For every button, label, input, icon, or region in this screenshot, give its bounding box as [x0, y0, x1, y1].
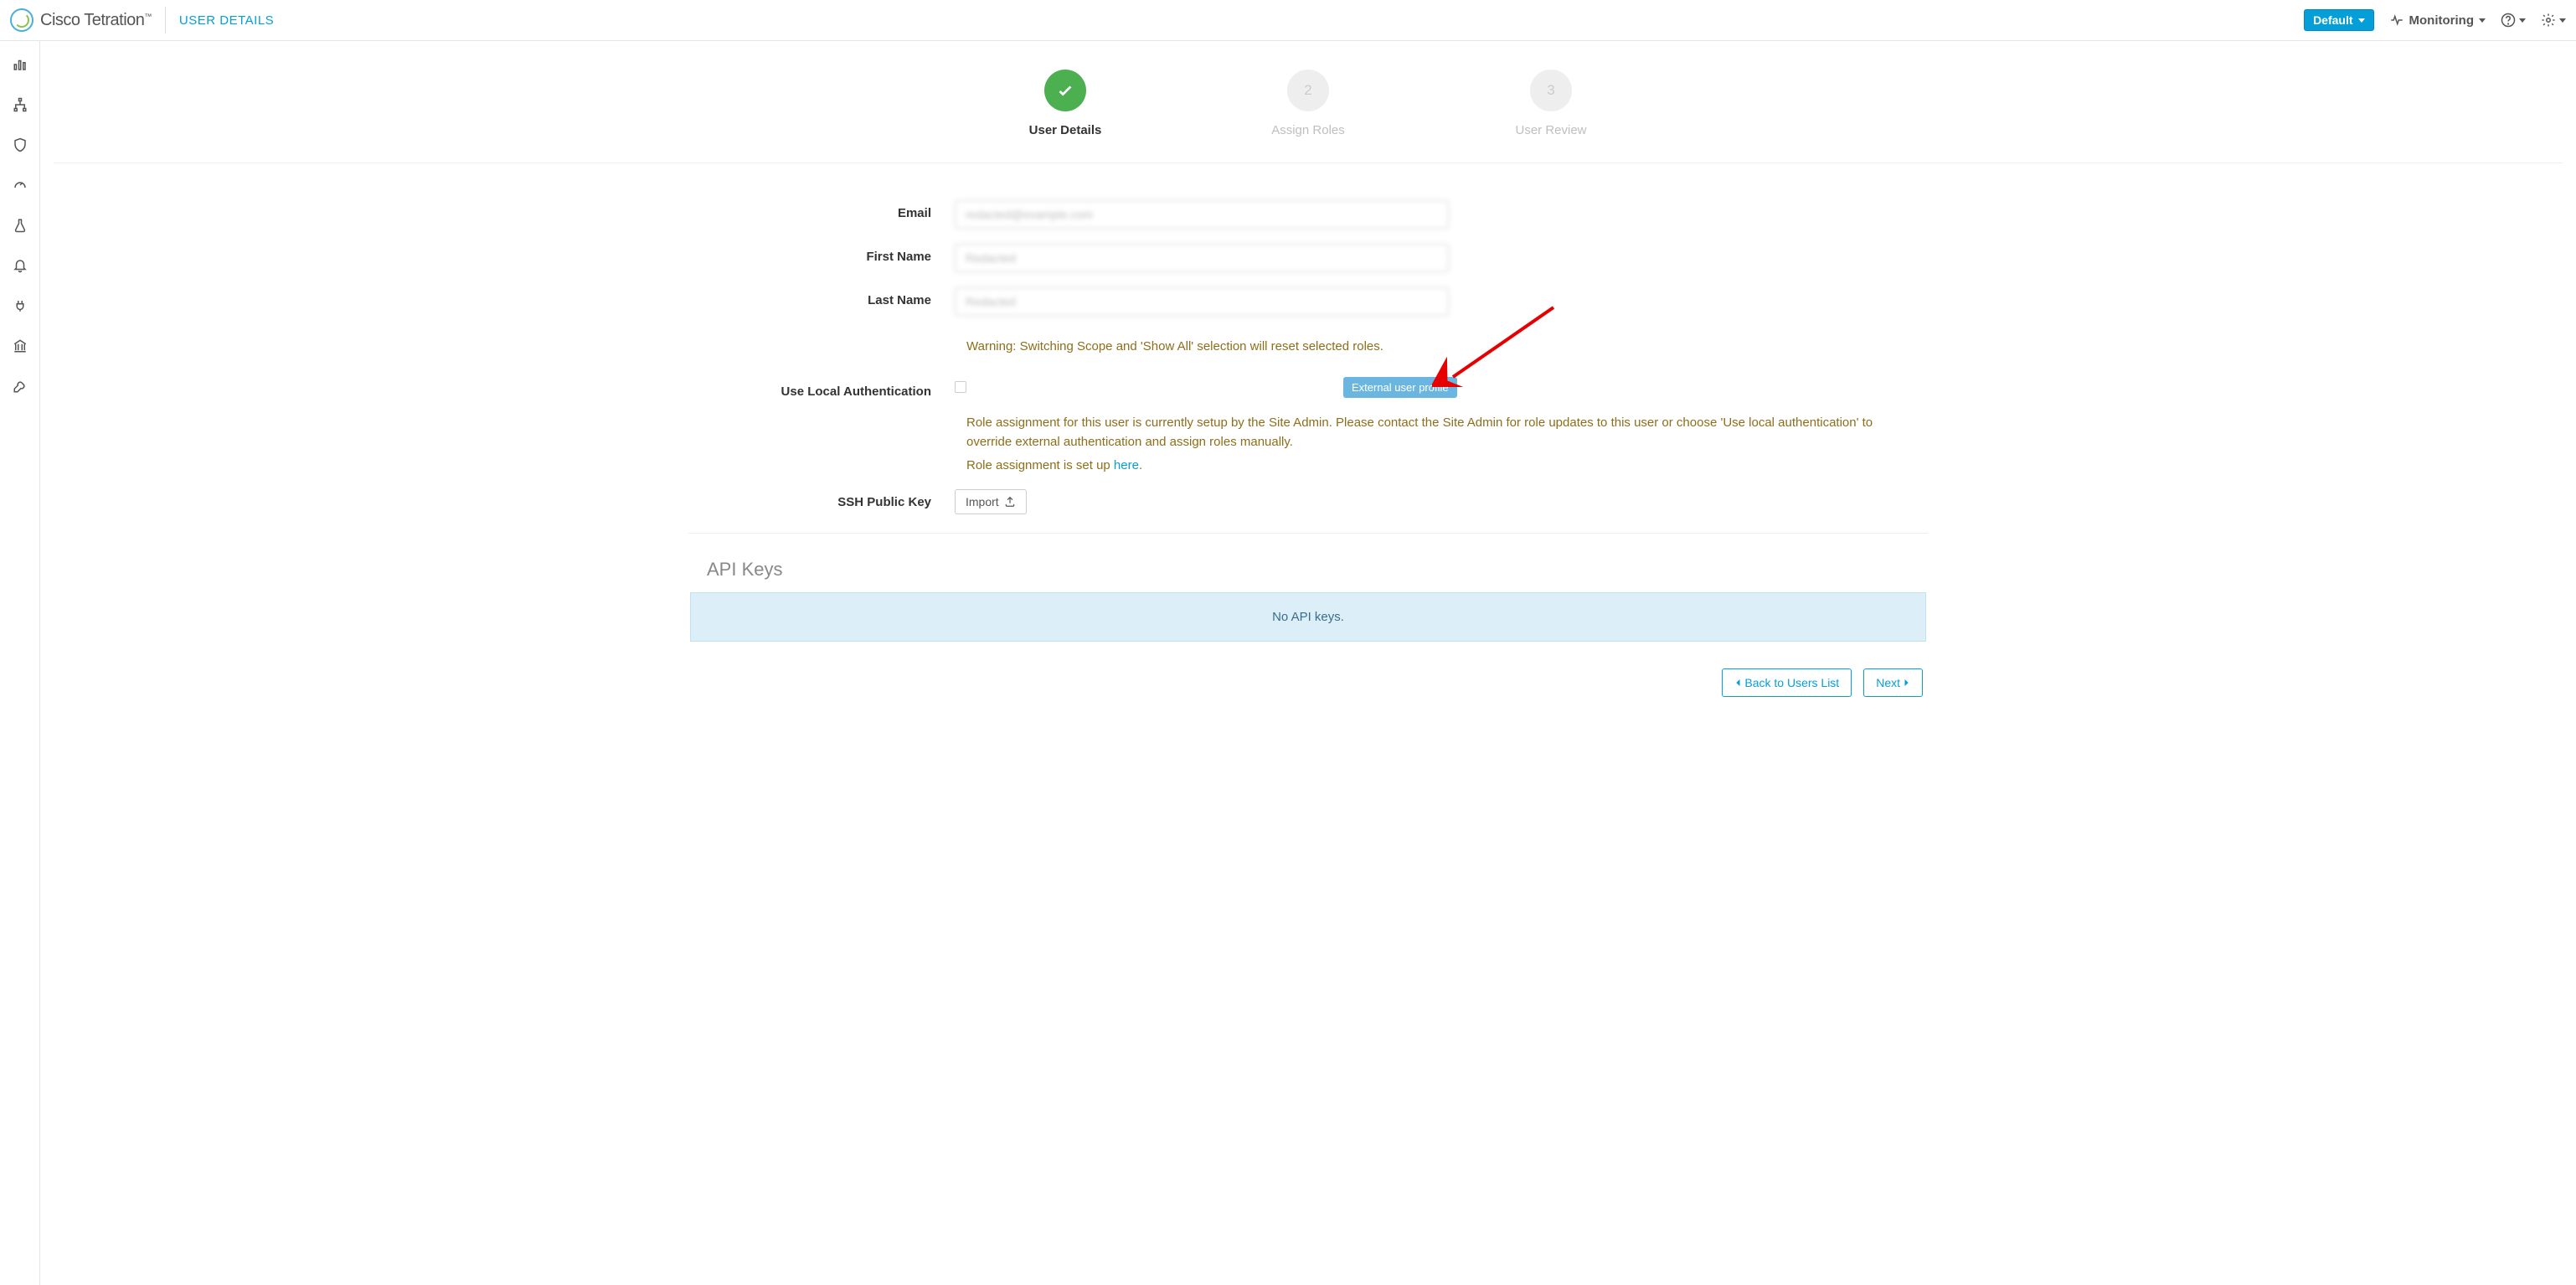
gauge-icon: [13, 178, 28, 193]
monitoring-label: Monitoring: [2409, 13, 2474, 28]
import-ssh-button[interactable]: Import: [955, 489, 1027, 514]
step-label: Assign Roles: [1271, 123, 1345, 137]
shield-icon: [13, 137, 28, 152]
local-auth-label: Use Local Authentication: [688, 379, 955, 399]
wizard-stepper: User Details 2 Assign Roles 3 User Revie…: [54, 41, 2563, 163]
back-to-users-button[interactable]: Back to Users List: [1722, 668, 1852, 697]
first-name-label: First Name: [688, 244, 955, 264]
role-info-text: Role assignment for this user is current…: [955, 407, 1928, 476]
step-user-review[interactable]: 3 User Review: [1488, 70, 1614, 137]
sidebar-security[interactable]: [12, 137, 28, 153]
help-menu[interactable]: [2501, 13, 2526, 28]
ssh-key-label: SSH Public Key: [688, 489, 955, 509]
step-assign-roles[interactable]: 2 Assign Roles: [1245, 70, 1371, 137]
import-btn-label: Import: [966, 495, 999, 508]
email-label: Email: [688, 200, 955, 220]
heartbeat-icon: [2389, 13, 2404, 28]
role-info-line2: Role assignment is set up here.: [966, 457, 1916, 476]
sidebar-connectors[interactable]: [12, 297, 28, 314]
brand-block: Cisco Tetration™: [10, 8, 152, 32]
role-info-suffix: .: [1139, 458, 1142, 472]
wrench-icon: [13, 379, 28, 394]
step-label: User Review: [1515, 123, 1586, 137]
role-info-line1: Role assignment for this user is current…: [966, 414, 1916, 452]
sidebar-performance[interactable]: [12, 177, 28, 194]
monitoring-menu[interactable]: Monitoring: [2389, 13, 2486, 28]
main-content: User Details 2 Assign Roles 3 User Revie…: [40, 41, 2576, 1285]
back-btn-label: Back to Users List: [1744, 676, 1839, 689]
user-form: Email First Name Last Name Warning: Swit…: [688, 163, 1928, 712]
step-circle-done: [1044, 70, 1086, 111]
chevron-left-icon: [1734, 679, 1741, 687]
step-user-details[interactable]: User Details: [1002, 70, 1128, 137]
settings-menu[interactable]: [2541, 13, 2566, 28]
plug-icon: [13, 298, 28, 313]
upload-icon: [1004, 496, 1016, 508]
gear-icon: [2541, 13, 2556, 28]
brand-text: Cisco Tetration™: [40, 11, 152, 30]
local-auth-checkbox[interactable]: [955, 381, 966, 393]
bell-icon: [13, 258, 28, 273]
help-icon: [2501, 13, 2516, 28]
sidebar-alerts[interactable]: [12, 257, 28, 274]
role-info-prefix: Role assignment is set up: [966, 458, 1114, 472]
left-sidebar: [0, 41, 40, 1285]
flask-icon: [13, 218, 28, 233]
page-title: USER DETAILS: [179, 13, 274, 28]
last-name-field[interactable]: [955, 287, 1449, 316]
email-field[interactable]: [955, 200, 1449, 229]
no-api-keys-banner: No API keys.: [690, 592, 1926, 642]
api-keys-heading: API Keys: [688, 559, 1928, 581]
wizard-footer: Back to Users List Next: [688, 642, 1928, 712]
sidebar-maintenance[interactable]: [12, 378, 28, 395]
caret-down-icon: [2358, 18, 2365, 23]
sidebar-dashboard[interactable]: [12, 56, 28, 73]
external-user-badge: External user profile: [1343, 377, 1457, 398]
step-circle-pending: 3: [1530, 70, 1572, 111]
caret-down-icon: [2519, 18, 2526, 23]
step-circle-pending: 2: [1287, 70, 1329, 111]
first-name-field[interactable]: [955, 244, 1449, 272]
scope-label: Default: [2313, 13, 2352, 27]
sidebar-lab[interactable]: [12, 217, 28, 234]
hierarchy-icon: [13, 97, 28, 112]
chevron-right-icon: [1904, 679, 1910, 687]
caret-down-icon: [2479, 18, 2486, 23]
caret-down-icon: [2559, 18, 2566, 23]
role-setup-link[interactable]: here: [1114, 458, 1139, 472]
next-button[interactable]: Next: [1863, 668, 1923, 697]
next-btn-label: Next: [1876, 676, 1900, 689]
step-label: User Details: [1029, 123, 1102, 137]
check-icon: [1056, 81, 1074, 100]
bank-icon: [13, 338, 28, 354]
sidebar-compliance[interactable]: [12, 338, 28, 354]
brand-logo-icon: [10, 8, 33, 32]
bar-chart-icon: [13, 57, 28, 72]
sidebar-topology[interactable]: [12, 96, 28, 113]
scope-warning-text: Warning: Switching Scope and 'Show All' …: [955, 331, 1928, 379]
header-divider: [165, 7, 166, 34]
scope-selector-button[interactable]: Default: [2304, 9, 2373, 31]
app-header: Cisco Tetration™ USER DETAILS Default Mo…: [0, 0, 2576, 41]
last-name-label: Last Name: [688, 287, 955, 307]
